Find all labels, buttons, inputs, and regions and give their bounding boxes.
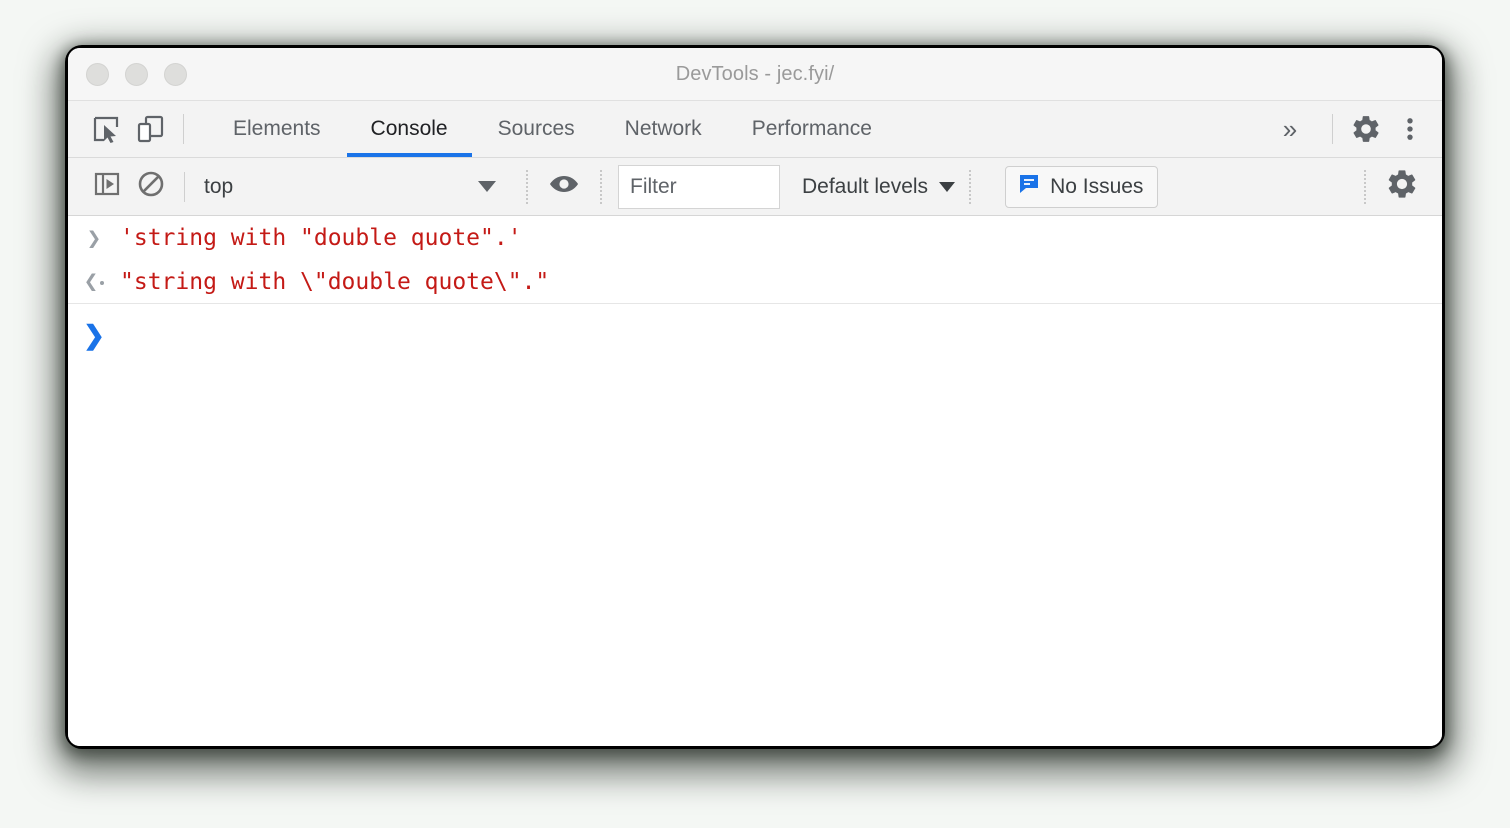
console-toolbar: top Default levels bbox=[68, 158, 1442, 216]
window-controls bbox=[86, 48, 187, 100]
titlebar: DevTools - jec.fyi/ bbox=[68, 48, 1442, 101]
tab-elements-label: Elements bbox=[233, 117, 321, 140]
window-title: DevTools - jec.fyi/ bbox=[675, 62, 835, 85]
log-levels-label: Default levels bbox=[802, 174, 929, 198]
issues-button[interactable]: No Issues bbox=[1005, 165, 1159, 208]
gear-icon bbox=[1350, 113, 1382, 145]
close-button[interactable] bbox=[86, 62, 109, 86]
console-toolbar-divider-1 bbox=[184, 171, 185, 202]
tab-network[interactable]: Network bbox=[600, 101, 727, 157]
console-toolbar-divider-5 bbox=[1364, 169, 1366, 204]
issues-label: No Issues bbox=[1050, 174, 1144, 198]
console-toolbar-right-group bbox=[1350, 167, 1442, 206]
console-row-input[interactable]: ❯ 'string with "double quote".' bbox=[68, 216, 1442, 260]
devtools-settings-button[interactable] bbox=[1344, 101, 1388, 157]
execution-context-selector[interactable]: top bbox=[196, 175, 512, 199]
device-toolbar-icon bbox=[135, 114, 165, 144]
tabbar-divider bbox=[183, 114, 184, 144]
devtools-window: DevTools - jec.fyi/ Elements Console Sou… bbox=[68, 48, 1442, 746]
more-vertical-icon bbox=[1396, 115, 1424, 143]
log-levels-selector[interactable]: Default levels bbox=[802, 174, 956, 199]
execution-context-value: top bbox=[204, 174, 234, 198]
inspect-element-icon bbox=[91, 114, 121, 144]
minimize-button[interactable] bbox=[125, 62, 148, 86]
tab-sources-label: Sources bbox=[497, 117, 575, 140]
console-sidebar-toggle-icon bbox=[93, 170, 121, 203]
tab-console-label: Console bbox=[370, 117, 448, 140]
console-row-gutter: ❮ bbox=[68, 265, 120, 295]
prompt-chevron-right-icon: ❯ bbox=[83, 320, 105, 350]
console-toolbar-divider-3 bbox=[600, 169, 602, 204]
console-input-text: 'string with "double quote".' bbox=[120, 225, 522, 251]
console-filter-input[interactable] bbox=[618, 164, 780, 209]
panel-tabs: Elements Console Sources Network Perform… bbox=[208, 101, 897, 157]
console-prompt-gutter: ❯ bbox=[68, 320, 120, 348]
console-toolbar-divider-4 bbox=[969, 169, 972, 204]
more-tabs-icon: » bbox=[1282, 113, 1298, 144]
live-expression-eye-icon bbox=[547, 167, 581, 206]
console-prompt-row[interactable]: ❯ bbox=[68, 304, 1442, 358]
result-chevron-left-icon: ❮ bbox=[84, 267, 105, 295]
devtools-tabbar: Elements Console Sources Network Perform… bbox=[68, 101, 1442, 158]
chevron-down-icon bbox=[939, 181, 956, 192]
console-row-result[interactable]: ❮ "string with \"double quote\"." bbox=[68, 260, 1442, 304]
devtools-main-menu-button[interactable] bbox=[1388, 101, 1432, 157]
clear-console-button[interactable] bbox=[129, 169, 173, 204]
maximize-button[interactable] bbox=[164, 62, 187, 86]
live-expression-button[interactable] bbox=[542, 167, 586, 206]
tab-network-label: Network bbox=[624, 117, 702, 140]
tab-sources[interactable]: Sources bbox=[473, 101, 600, 157]
tabbar-right-divider bbox=[1332, 114, 1333, 144]
console-settings-button[interactable] bbox=[1380, 167, 1424, 206]
issues-message-icon bbox=[1017, 172, 1041, 202]
more-tabs-button[interactable]: » bbox=[1259, 101, 1321, 157]
prompt-chevron-right-icon: ❯ bbox=[86, 224, 102, 252]
tab-console[interactable]: Console bbox=[346, 101, 473, 157]
clear-console-icon bbox=[136, 169, 166, 204]
screen: DevTools - jec.fyi/ Elements Console Sou… bbox=[0, 0, 1510, 828]
console-message-list[interactable]: ❯ 'string with "double quote".' ❮ "strin… bbox=[68, 216, 1442, 746]
console-result-text: "string with \"double quote\"." bbox=[120, 269, 550, 295]
tab-elements[interactable]: Elements bbox=[208, 101, 346, 157]
console-row-gutter: ❯ bbox=[68, 221, 120, 253]
console-toolbar-divider-2 bbox=[526, 169, 528, 204]
inspect-element-button[interactable] bbox=[84, 101, 128, 157]
device-toolbar-button[interactable] bbox=[128, 101, 172, 157]
tab-performance-label: Performance bbox=[751, 117, 872, 140]
chevron-down-icon bbox=[478, 181, 496, 192]
tab-performance[interactable]: Performance bbox=[727, 101, 897, 157]
gear-icon bbox=[1385, 167, 1419, 206]
tabbar-right-group: » bbox=[1259, 101, 1442, 157]
console-sidebar-toggle-button[interactable] bbox=[85, 170, 129, 203]
